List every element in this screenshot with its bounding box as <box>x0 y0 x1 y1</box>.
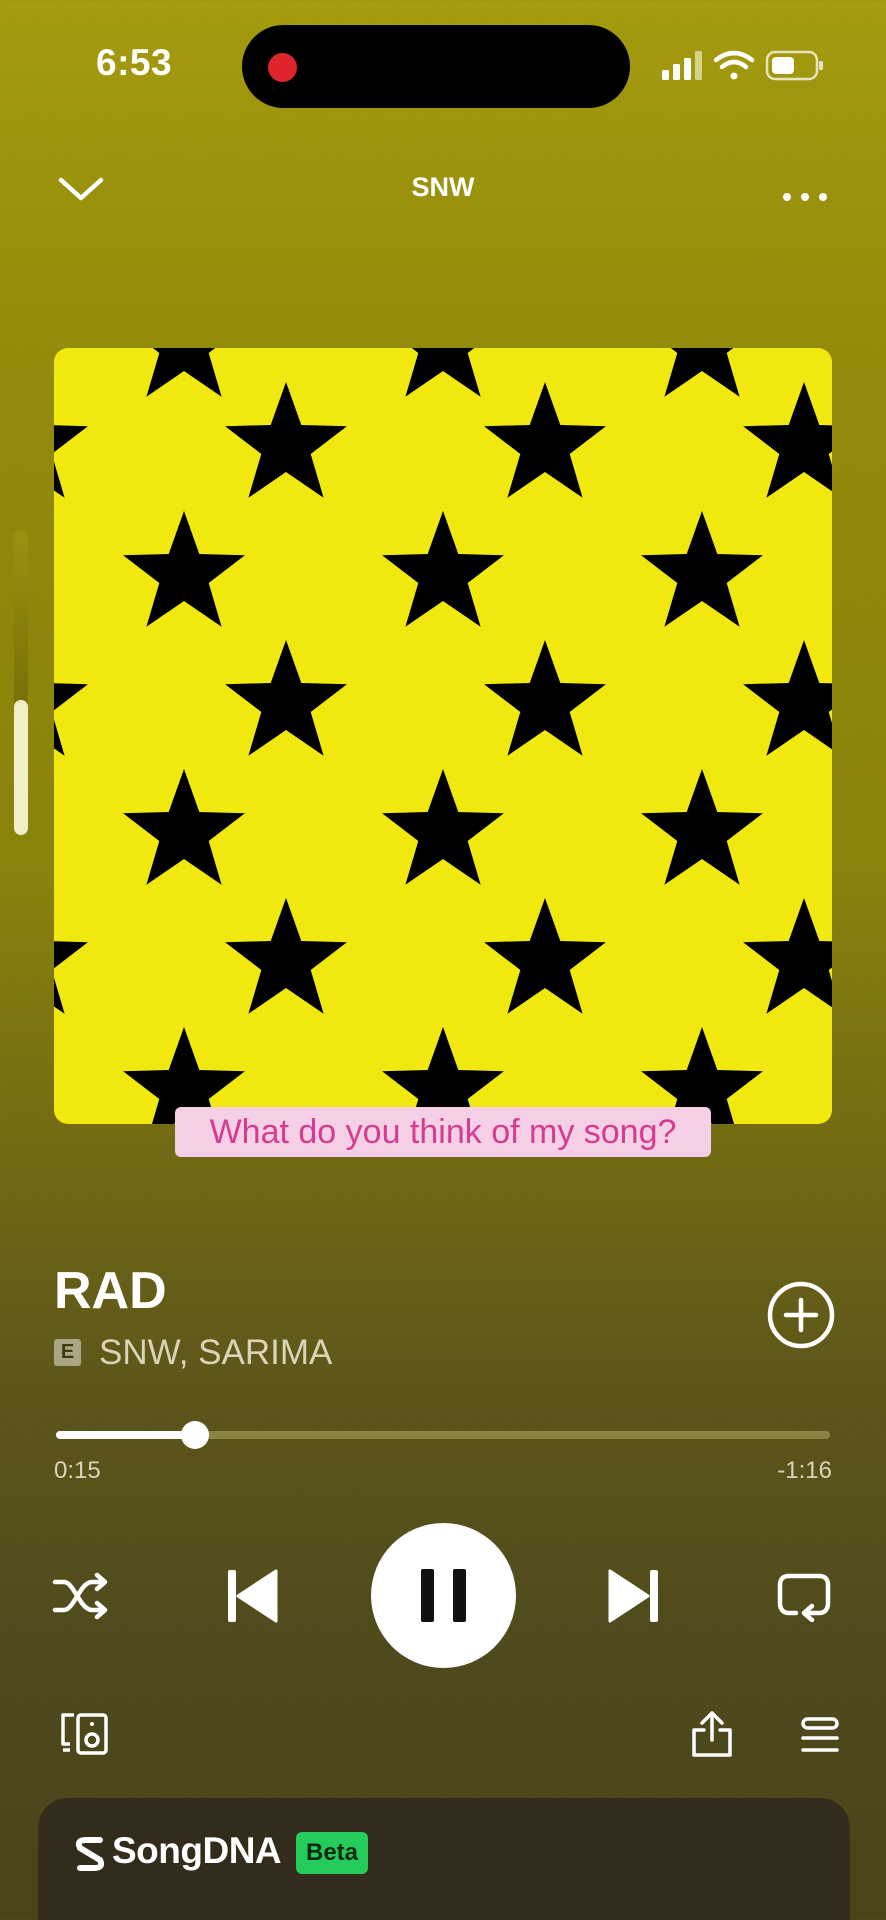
star-4 <box>225 382 347 498</box>
next-button[interactable] <box>606 1568 660 1624</box>
progress-fill <box>56 1431 196 1439</box>
progress-bar[interactable] <box>56 1421 830 1449</box>
star-13 <box>743 640 832 756</box>
star-5 <box>484 382 606 498</box>
skip-back-icon <box>228 1569 278 1623</box>
share-button[interactable] <box>690 1710 734 1758</box>
star-pattern <box>54 348 832 1124</box>
track-artists[interactable]: SNW, SARIMA <box>99 1333 332 1373</box>
more-options-button[interactable] <box>780 170 830 210</box>
star-10 <box>54 683 88 756</box>
pause-icon <box>421 1569 466 1622</box>
video-caption: What do you think of my song? <box>175 1107 711 1157</box>
star-14 <box>123 769 245 885</box>
star-18 <box>225 898 347 1014</box>
shuffle-icon <box>52 1572 108 1620</box>
connect-device-icon <box>61 1713 108 1755</box>
dynamic-island <box>242 25 630 108</box>
signal-icon <box>662 51 702 80</box>
explicit-badge: E <box>54 1339 81 1366</box>
status-time: 6:53 <box>96 42 173 83</box>
star-0 <box>146 348 222 397</box>
star-17 <box>54 941 88 1014</box>
shuffle-button[interactable] <box>52 1570 110 1622</box>
share-icon <box>692 1711 732 1757</box>
star-15 <box>382 769 504 885</box>
pause-button[interactable] <box>371 1523 516 1668</box>
beta-badge: Beta <box>296 1832 368 1874</box>
queue-icon <box>801 1717 839 1752</box>
wifi-icon <box>713 50 755 80</box>
status-icons <box>662 50 823 81</box>
battery-icon <box>765 50 823 81</box>
remaining-time: -1:16 <box>777 1457 832 1484</box>
previous-button[interactable] <box>226 1568 280 1624</box>
repeat-icon <box>777 1573 831 1623</box>
star-7 <box>123 511 245 627</box>
star-11 <box>225 640 347 756</box>
star-8 <box>382 511 504 627</box>
album-art[interactable] <box>54 348 832 1124</box>
repeat-button[interactable] <box>776 1570 832 1623</box>
more-icon <box>783 193 827 201</box>
recording-indicator-icon <box>268 53 297 82</box>
star-12 <box>484 640 606 756</box>
skip-forward-icon <box>608 1569 658 1623</box>
songdna-logo-icon <box>75 1837 105 1871</box>
context-title: SNW <box>411 172 475 202</box>
queue-button[interactable] <box>800 1716 840 1754</box>
scroll-indicator[interactable] <box>14 530 28 835</box>
plus-circle-icon <box>767 1281 835 1349</box>
star-9 <box>641 511 763 627</box>
star-20 <box>743 898 832 1014</box>
star-19 <box>484 898 606 1014</box>
elapsed-time: 0:15 <box>54 1457 101 1484</box>
songdna-panel[interactable]: SongDNA Beta <box>38 1798 850 1920</box>
star-16 <box>641 769 763 885</box>
add-to-library-button[interactable] <box>766 1280 836 1350</box>
track-title[interactable]: RAD <box>54 1261 167 1321</box>
scroll-thumb[interactable] <box>14 700 28 835</box>
connect-device-button[interactable] <box>60 1712 110 1756</box>
status-bar: 6:53 <box>0 0 886 130</box>
star-6 <box>743 382 832 498</box>
star-3 <box>54 425 88 498</box>
star-2 <box>664 348 740 397</box>
player-header: SNW <box>0 160 886 220</box>
star-1 <box>405 348 481 397</box>
progress-handle[interactable] <box>181 1421 210 1449</box>
songdna-title: SongDNA <box>112 1830 282 1871</box>
